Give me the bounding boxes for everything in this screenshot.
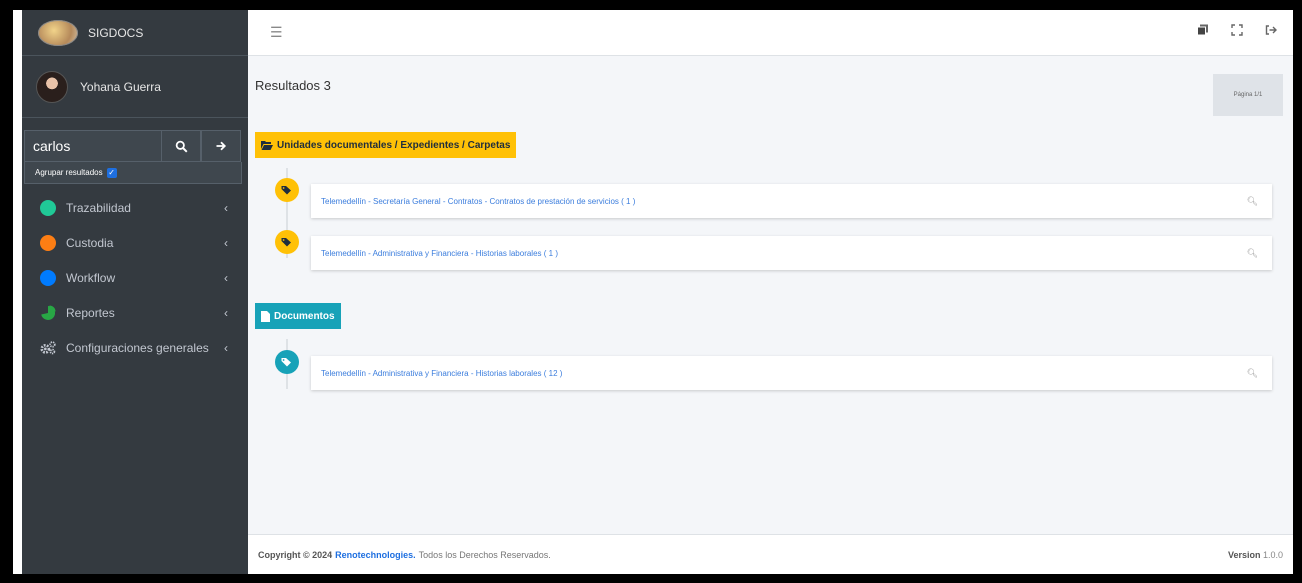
item-link[interactable]: Telemedellín - Administrativa y Financie… [321, 369, 562, 378]
tag-icon [275, 350, 299, 374]
main-content: Resultados 3 Página 1/1 Unidades documen… [248, 56, 1293, 534]
top-actions [1197, 24, 1277, 39]
top-navbar: ☰ [248, 10, 1293, 56]
folder-open-icon [261, 141, 273, 150]
page-indicator: Página 1/1 [1213, 74, 1283, 116]
sidebar-item-configuraciones[interactable]: Configuraciones generales ‹ [22, 330, 248, 365]
list-item[interactable]: Telemedellín - Secretaría General - Cont… [311, 184, 1272, 218]
go-button[interactable] [201, 130, 241, 162]
chevron-left-icon: ‹ [224, 235, 228, 250]
pie-chart-icon [40, 305, 56, 321]
logout-icon[interactable] [1265, 24, 1277, 39]
rights-text: Todos los Derechos Reservados. [418, 549, 551, 560]
menu-toggle-icon[interactable]: ☰ [270, 24, 283, 41]
version-info: Version 1.0.0 [1228, 550, 1283, 560]
search-button[interactable] [161, 130, 201, 162]
user-name: Yohana Guerra [80, 79, 161, 94]
trazabilidad-icon [40, 199, 56, 216]
app-frame: SIGDOCS Yohana Guerra Agrupar resultados… [11, 8, 1295, 576]
workflow-icon [40, 269, 56, 286]
fullscreen-icon[interactable] [1231, 24, 1243, 39]
item-link[interactable]: Telemedellín - Secretaría General - Cont… [321, 197, 635, 206]
search-input[interactable] [24, 130, 161, 162]
search-icon [175, 140, 187, 152]
sidebar-item-label: Workflow [66, 270, 116, 285]
list-item[interactable]: Telemedellín - Administrativa y Financie… [311, 356, 1272, 390]
section-label-documentos: Documentos [255, 303, 341, 329]
copyright-text: Copyright © 2024 [258, 549, 333, 560]
company-link[interactable]: Renotechnologies. [335, 550, 416, 560]
chevron-left-icon: ‹ [224, 200, 228, 215]
search-icon[interactable]: 🔍︎ [1247, 368, 1258, 379]
results-title: Resultados 3 [255, 78, 331, 93]
gears-icon [40, 340, 56, 356]
sidebar-item-custodia[interactable]: Custodia ‹ [22, 225, 248, 260]
version-label: Version [1227, 549, 1261, 560]
sidebar-search: Agrupar resultados ✓ [24, 130, 242, 184]
sidebar-item-reportes[interactable]: Reportes ‹ [22, 295, 248, 330]
search-icon[interactable]: 🔍︎ [1247, 248, 1258, 259]
group-results-option[interactable]: Agrupar resultados ✓ [24, 162, 242, 184]
copy-icon[interactable] [1197, 24, 1209, 39]
section-label-expedientes: Unidades documentales / Expedientes / Ca… [255, 132, 517, 158]
brand[interactable]: SIGDOCS [22, 10, 248, 56]
custodia-icon [40, 234, 56, 251]
sidebar-nav: Trazabilidad ‹ Custodia ‹ Workflow ‹ Rep… [22, 190, 248, 365]
tags-icon [275, 230, 299, 254]
sidebar-item-workflow[interactable]: Workflow ‹ [22, 260, 248, 295]
brand-logo [38, 19, 78, 46]
version-number: 1.0.0 [1262, 549, 1283, 560]
sidebar-item-label: Configuraciones generales [66, 340, 209, 355]
sidebar-item-label: Custodia [66, 235, 114, 250]
chevron-left-icon: ‹ [224, 305, 228, 320]
search-icon[interactable]: 🔍︎ [1247, 196, 1258, 207]
arrow-right-icon [216, 141, 227, 151]
item-link[interactable]: Telemedellín - Administrativa y Financie… [321, 249, 558, 258]
footer: Copyright © 2024 Renotechnologies. Todos… [248, 534, 1293, 574]
chevron-left-icon: ‹ [224, 270, 228, 285]
user-panel[interactable]: Yohana Guerra [22, 56, 248, 118]
chevron-left-icon: ‹ [224, 340, 228, 355]
sidebar-item-label: Reportes [66, 305, 115, 320]
brand-name: SIGDOCS [88, 25, 144, 40]
group-results-label: Agrupar resultados [35, 168, 103, 177]
tags-icon [275, 178, 299, 202]
file-icon [261, 310, 270, 322]
sidebar-item-trazabilidad[interactable]: Trazabilidad ‹ [22, 190, 248, 225]
sidebar: SIGDOCS Yohana Guerra Agrupar resultados… [22, 10, 248, 574]
avatar [36, 70, 68, 103]
list-item[interactable]: Telemedellín - Administrativa y Financie… [311, 236, 1272, 270]
sidebar-item-label: Trazabilidad [66, 200, 131, 215]
group-results-checkbox[interactable]: ✓ [106, 167, 117, 178]
